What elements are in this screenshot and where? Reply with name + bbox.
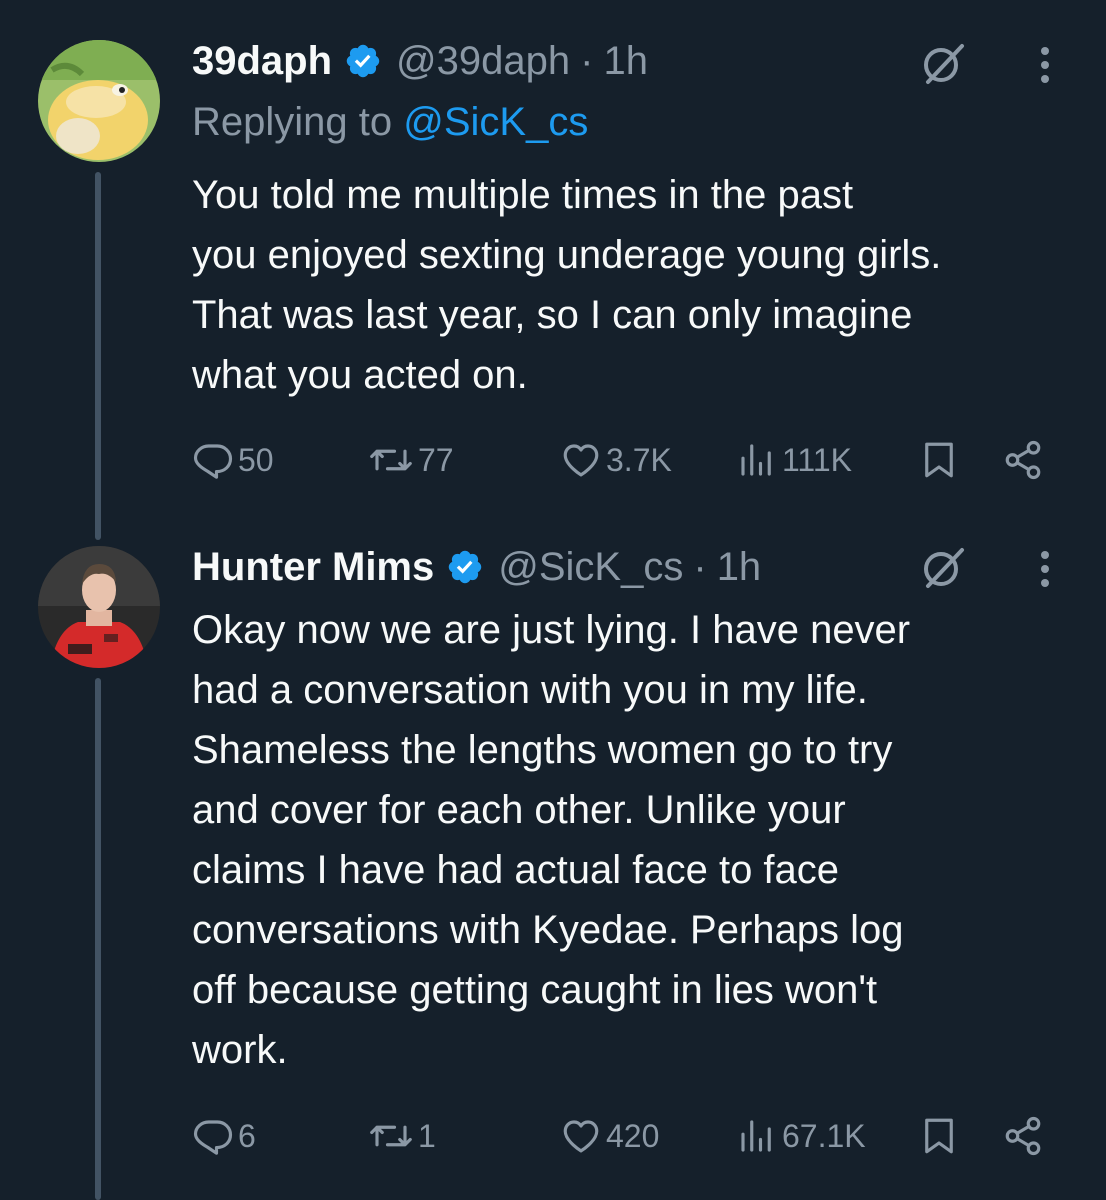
retweet-count: 1 <box>418 1117 436 1154</box>
verified-badge-icon <box>446 548 484 586</box>
more-icon[interactable] <box>1030 544 1060 594</box>
like-button[interactable]: 420 <box>560 1112 659 1160</box>
reply-count: 50 <box>238 441 274 478</box>
views-button[interactable]: 111K <box>736 436 852 484</box>
retweet-count: 77 <box>418 441 454 478</box>
more-icon[interactable] <box>1030 40 1060 90</box>
retweet-button[interactable]: 1 <box>368 1112 436 1160</box>
like-button[interactable]: 3.7K <box>560 436 672 484</box>
display-name[interactable]: 39daph <box>192 39 332 84</box>
tweet-actions: 50 77 3.7K 111K <box>192 436 1062 484</box>
tweet-header: Hunter Mims @SicK_cs · 1h <box>192 542 761 592</box>
avatar[interactable] <box>38 546 160 668</box>
tweet-actions: 6 1 420 67.1K <box>192 1112 1062 1160</box>
grok-icon[interactable] <box>918 38 968 88</box>
grok-icon[interactable] <box>918 542 968 592</box>
reply-button[interactable]: 6 <box>192 1112 256 1160</box>
views-icon <box>736 439 778 481</box>
share-button[interactable] <box>1000 1112 1046 1160</box>
views-count: 67.1K <box>782 1117 866 1154</box>
bookmark-button[interactable] <box>918 436 960 484</box>
thread-line <box>95 172 101 540</box>
bookmark-button[interactable] <box>918 1112 960 1160</box>
separator-dot: · <box>693 544 707 589</box>
thread-line <box>95 678 101 1200</box>
tweet-text: You told me multiple times in the past y… <box>192 173 942 397</box>
timestamp[interactable]: 1h <box>717 545 762 590</box>
share-icon <box>1000 439 1046 481</box>
retweet-icon <box>368 439 414 481</box>
reply-icon <box>192 1115 234 1157</box>
bookmark-icon <box>918 1115 960 1157</box>
display-name[interactable]: Hunter Mims <box>192 545 434 590</box>
tweet-text: Okay now we are just lying. I have never… <box>192 608 911 1072</box>
reply-icon <box>192 439 234 481</box>
handle[interactable]: @39daph <box>396 39 570 84</box>
views-button[interactable]: 67.1K <box>736 1112 866 1160</box>
retweet-icon <box>368 1115 414 1157</box>
handle[interactable]: @SicK_cs <box>498 545 683 590</box>
heart-icon <box>560 1115 602 1157</box>
share-icon <box>1000 1115 1046 1157</box>
reply-mention-link[interactable]: @SicK_cs <box>403 100 588 144</box>
tweet-thread: 39daph @39daph · 1h Replying to @SicK_cs… <box>0 0 1106 1200</box>
bookmark-icon <box>918 439 960 481</box>
retweet-button[interactable]: 77 <box>368 436 454 484</box>
views-icon <box>736 1115 778 1157</box>
tweet-header: 39daph @39daph · 1h <box>192 36 648 86</box>
replying-to: Replying to @SicK_cs <box>192 100 588 145</box>
separator-dot: · <box>580 38 594 83</box>
like-count: 420 <box>606 1117 660 1154</box>
share-button[interactable] <box>1000 436 1046 484</box>
reply-count: 6 <box>238 1117 256 1154</box>
tweet-1[interactable]: 39daph @39daph · 1h Replying to @SicK_cs… <box>0 0 1106 540</box>
timestamp[interactable]: 1h <box>603 39 648 84</box>
verified-badge-icon <box>344 42 382 80</box>
like-count: 3.7K <box>606 441 672 478</box>
heart-icon <box>560 439 602 481</box>
avatar[interactable] <box>38 40 160 162</box>
tweet-2[interactable]: Hunter Mims @SicK_cs · 1h Okay now we ar… <box>0 520 1106 1200</box>
views-count: 111K <box>782 441 852 478</box>
replying-to-label: Replying to <box>192 100 404 144</box>
reply-button[interactable]: 50 <box>192 436 274 484</box>
